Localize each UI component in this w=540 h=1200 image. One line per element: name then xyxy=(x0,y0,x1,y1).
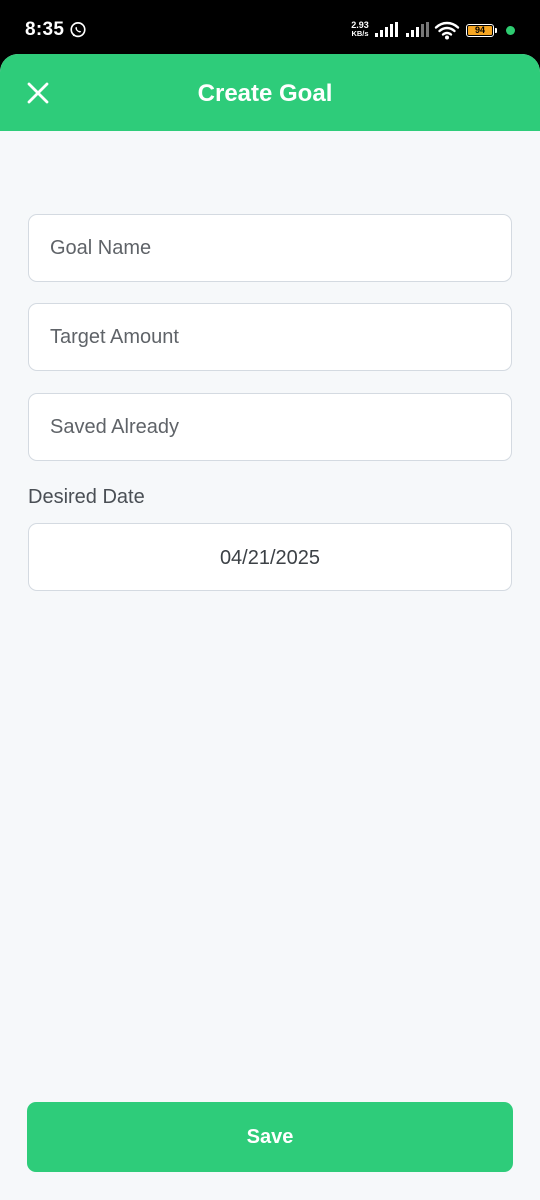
desired-date-picker[interactable]: 04/21/2025 xyxy=(28,523,512,591)
save-button[interactable]: Save xyxy=(27,1102,513,1172)
status-time: 8:35 xyxy=(25,19,65,40)
battery-cap xyxy=(495,28,497,33)
page-title: Create Goal xyxy=(197,80,333,107)
goal-name-input[interactable] xyxy=(28,214,512,282)
network-speed: 2.93 KB/s xyxy=(347,21,373,38)
target-amount-input[interactable] xyxy=(28,303,512,371)
desired-date-label: Desired Date xyxy=(28,486,145,508)
network-speed-unit: KB/s xyxy=(351,29,369,38)
saved-already-input[interactable] xyxy=(28,393,512,461)
status-bar: 8:35 2.93 KB/s 94 xyxy=(0,0,540,62)
wifi-icon xyxy=(434,21,460,40)
close-icon xyxy=(27,82,49,104)
status-indicator-dot xyxy=(506,26,515,35)
signal-icon xyxy=(406,22,429,37)
whatsapp-icon xyxy=(70,22,86,38)
signal-icon xyxy=(375,22,398,37)
battery-level: 94 xyxy=(468,26,492,35)
close-button[interactable] xyxy=(20,75,56,111)
app-header: Create Goal xyxy=(0,54,540,131)
create-goal-screen: Create Goal Desired Date 04/21/2025 Save xyxy=(0,54,540,1200)
battery-icon: 94 xyxy=(466,24,494,37)
